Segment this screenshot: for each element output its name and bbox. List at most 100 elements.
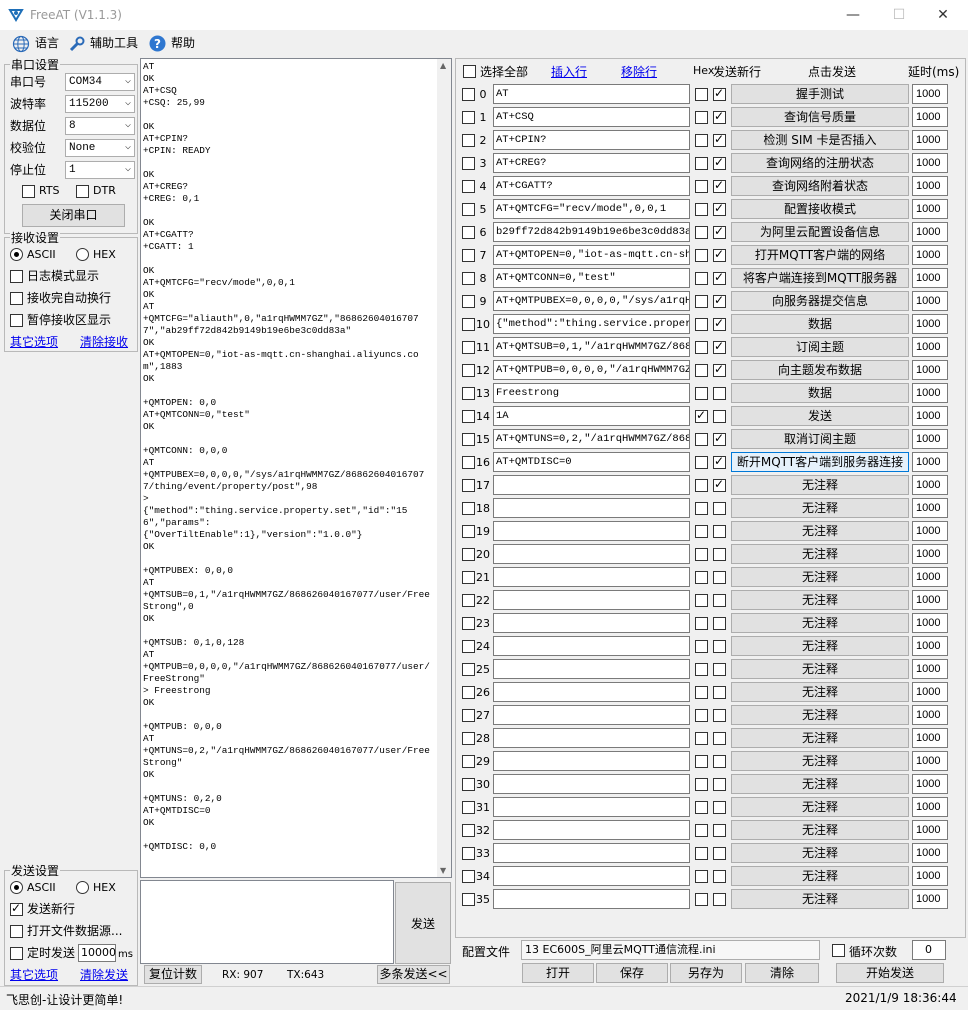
row-hex-checkbox[interactable] xyxy=(695,226,708,239)
row-hex-checkbox[interactable] xyxy=(695,870,708,883)
row-send-button[interactable]: 无注释 xyxy=(731,728,909,748)
row-hex-checkbox[interactable] xyxy=(695,732,708,745)
clear-send-link[interactable]: 清除发送 xyxy=(80,966,128,983)
send-hex-radio[interactable] xyxy=(76,881,89,894)
row-newline-checkbox[interactable] xyxy=(713,201,726,216)
clear-receive-link[interactable]: 清除接收 xyxy=(80,333,128,350)
command-input[interactable] xyxy=(493,797,690,817)
command-input[interactable]: b29ff72d842b9149b19e6be3c0dd83a" xyxy=(493,222,690,242)
row-newline-checkbox[interactable] xyxy=(713,686,726,699)
row-delay-input[interactable]: 1000 xyxy=(912,383,948,403)
row-hex-checkbox[interactable] xyxy=(695,387,708,400)
command-input[interactable] xyxy=(493,475,690,495)
command-input[interactable]: AT+QMTOPEN=0,"iot-as-mqtt.cn-sha xyxy=(493,245,690,265)
row-newline-checkbox[interactable] xyxy=(713,247,726,262)
save-config-button[interactable]: 保存 xyxy=(596,963,668,983)
row-newline-checkbox[interactable] xyxy=(713,663,726,676)
row-send-button[interactable]: 订阅主题 xyxy=(731,337,909,357)
row-hex-checkbox[interactable] xyxy=(695,364,708,377)
row-hex-checkbox[interactable] xyxy=(695,180,708,193)
row-delay-input[interactable]: 1000 xyxy=(912,406,948,426)
send-ascii-radio[interactable] xyxy=(10,881,23,894)
row-send-button[interactable]: 无注释 xyxy=(731,820,909,840)
row-delay-input[interactable]: 1000 xyxy=(912,84,948,104)
command-input[interactable] xyxy=(493,567,690,587)
command-input[interactable] xyxy=(493,544,690,564)
start-send-button[interactable]: 开始发送 xyxy=(836,963,944,983)
row-hex-checkbox[interactable] xyxy=(695,249,708,262)
row-newline-checkbox[interactable] xyxy=(713,316,726,331)
row-send-button[interactable]: 数据 xyxy=(731,383,909,403)
row-send-button[interactable]: 无注释 xyxy=(731,636,909,656)
recv-ascii-radio[interactable] xyxy=(10,248,23,261)
row-newline-checkbox[interactable] xyxy=(713,387,726,400)
command-input[interactable] xyxy=(493,774,690,794)
stopbits-select[interactable]: 1 ⌵ xyxy=(65,161,135,179)
row-send-button[interactable]: 数据 xyxy=(731,314,909,334)
row-delay-input[interactable]: 1000 xyxy=(912,337,948,357)
command-input[interactable]: Freestrong xyxy=(493,383,690,403)
open-config-button[interactable]: 打开 xyxy=(522,963,594,983)
row-send-button[interactable]: 握手测试 xyxy=(731,84,909,104)
row-delay-input[interactable]: 1000 xyxy=(912,820,948,840)
clear-config-button[interactable]: 清除 xyxy=(745,963,819,983)
row-hex-checkbox[interactable] xyxy=(695,456,708,469)
row-newline-checkbox[interactable] xyxy=(713,224,726,239)
row-send-button[interactable]: 检测 SIM 卡是否插入 xyxy=(731,130,909,150)
row-hex-checkbox[interactable] xyxy=(695,663,708,676)
save-as-button[interactable]: 另存为 xyxy=(670,963,742,983)
row-newline-checkbox[interactable] xyxy=(713,709,726,722)
close-port-button[interactable]: 关闭串口 xyxy=(22,204,125,227)
row-send-button[interactable]: 向主题发布数据 xyxy=(731,360,909,380)
row-hex-checkbox[interactable] xyxy=(695,203,708,216)
baud-select[interactable]: 115200 ⌵ xyxy=(65,95,135,113)
command-input[interactable]: AT+CREG? xyxy=(493,153,690,173)
row-delay-input[interactable]: 1000 xyxy=(912,843,948,863)
command-input[interactable] xyxy=(493,682,690,702)
row-send-button[interactable]: 将客户端连接到MQTT服务器 xyxy=(731,268,909,288)
row-hex-checkbox[interactable] xyxy=(695,318,708,331)
auto-newline-checkbox[interactable] xyxy=(10,292,23,305)
row-delay-input[interactable]: 1000 xyxy=(912,314,948,334)
row-hex-checkbox[interactable] xyxy=(695,408,708,423)
row-hex-checkbox[interactable] xyxy=(695,272,708,285)
command-input[interactable]: AT+QMTUNS=0,2,"/a1rqHWMM7GZ/8686 xyxy=(493,429,690,449)
command-input[interactable] xyxy=(493,820,690,840)
row-send-button[interactable]: 为阿里云配置设备信息 xyxy=(731,222,909,242)
command-input[interactable] xyxy=(493,659,690,679)
port-select[interactable]: COM34 ⌵ xyxy=(65,73,135,91)
row-send-button[interactable]: 无注释 xyxy=(731,544,909,564)
row-hex-checkbox[interactable] xyxy=(695,295,708,308)
row-newline-checkbox[interactable] xyxy=(713,778,726,791)
row-hex-checkbox[interactable] xyxy=(695,893,708,906)
row-newline-checkbox[interactable] xyxy=(713,548,726,561)
multi-send-toggle-button[interactable]: 多条发送<< xyxy=(377,965,450,984)
row-send-button[interactable]: 无注释 xyxy=(731,774,909,794)
row-hex-checkbox[interactable] xyxy=(695,341,708,354)
recv-hex-radio[interactable] xyxy=(76,248,89,261)
command-input[interactable]: AT+QMTSUB=0,1,"/a1rqHWMM7GZ/8686 xyxy=(493,337,690,357)
row-hex-checkbox[interactable] xyxy=(695,88,708,101)
command-input[interactable]: 1A xyxy=(493,406,690,426)
row-delay-input[interactable]: 1000 xyxy=(912,291,948,311)
row-delay-input[interactable]: 1000 xyxy=(912,659,948,679)
row-send-button[interactable]: 打开MQTT客户端的网络 xyxy=(731,245,909,265)
loop-checkbox[interactable] xyxy=(832,944,845,957)
row-send-button[interactable]: 无注释 xyxy=(731,613,909,633)
pause-display-checkbox[interactable] xyxy=(10,314,23,327)
send-button[interactable]: 发送 xyxy=(395,882,451,964)
command-input[interactable]: AT xyxy=(493,84,690,104)
row-send-button[interactable]: 无注释 xyxy=(731,751,909,771)
parity-select[interactable]: None ⌵ xyxy=(65,139,135,157)
row-delay-input[interactable]: 1000 xyxy=(912,636,948,656)
row-newline-checkbox[interactable] xyxy=(713,594,726,607)
row-delay-input[interactable]: 1000 xyxy=(912,360,948,380)
row-delay-input[interactable]: 1000 xyxy=(912,728,948,748)
row-delay-input[interactable]: 1000 xyxy=(912,590,948,610)
row-delay-input[interactable]: 1000 xyxy=(912,176,948,196)
row-newline-checkbox[interactable] xyxy=(713,824,726,837)
row-newline-checkbox[interactable] xyxy=(713,178,726,193)
row-send-button[interactable]: 断开MQTT客户端到服务器连接 xyxy=(731,452,909,472)
row-newline-checkbox[interactable] xyxy=(713,525,726,538)
row-send-button[interactable]: 无注释 xyxy=(731,567,909,587)
